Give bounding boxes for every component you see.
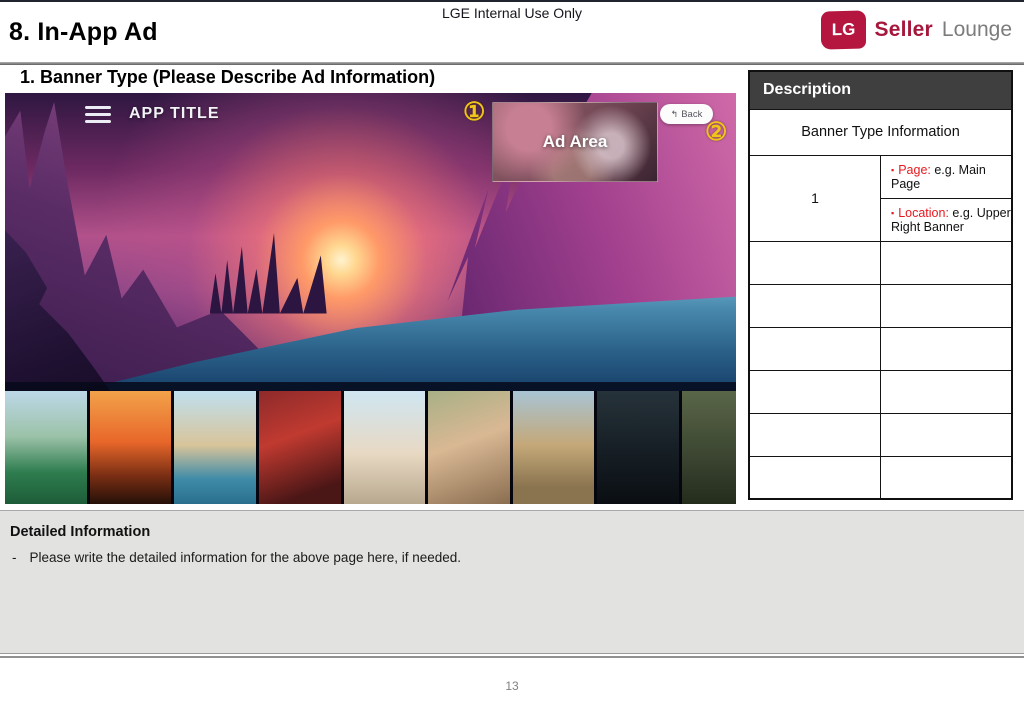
empty-number-cell: [748, 455, 881, 500]
seller-lounge-logo: LG Seller Lounge: [820, 10, 1012, 50]
thumbnail-desert-ruins[interactable]: [512, 391, 595, 504]
empty-detail-cell: [880, 412, 1013, 457]
thumbnail-couple-beach[interactable]: [343, 391, 426, 504]
thumbnail-motocross-rider[interactable]: [258, 391, 341, 504]
ad-area-label: Ad Area: [542, 132, 608, 151]
brand-name-lounge: Lounge: [941, 18, 1012, 41]
bullet-icon: ▪: [891, 207, 895, 218]
empty-number-cell: [748, 412, 881, 457]
empty-number-cell: [748, 283, 881, 328]
description-table: Description Banner Type Information 1 ▪ P…: [748, 70, 1013, 500]
app-screenshot: APP TITLE ① Ad Area ↰ Back ②: [5, 93, 736, 504]
thumbnail-horse-rider[interactable]: [682, 391, 736, 504]
empty-detail-cell: [880, 240, 1013, 285]
empty-number-cell: [748, 240, 881, 285]
back-button-label: Back: [681, 108, 703, 120]
brand-name-seller: Seller: [874, 18, 933, 41]
menu-icon[interactable]: [85, 105, 111, 123]
empty-table-row: [748, 412, 1013, 457]
empty-detail-cell: [880, 369, 1013, 414]
detailed-information-panel: Detailed Information - Please write the …: [0, 510, 1024, 654]
app-title: APP TITLE: [129, 105, 220, 122]
thumbnail-soccer-player[interactable]: [5, 391, 87, 504]
location-detail-cell: ▪ Location: e.g. Upper Right Banner: [880, 197, 1013, 242]
thumbnail-row: [5, 391, 736, 504]
section-heading: 1. Banner Type (Please Describe Ad Infor…: [20, 67, 436, 87]
empty-detail-cell: [880, 283, 1013, 328]
empty-detail-cell: [880, 455, 1013, 500]
empty-table-row: [748, 455, 1013, 500]
header-divider: [0, 62, 1024, 65]
empty-table-row: [748, 326, 1013, 371]
bullet-icon: ▪: [891, 164, 895, 175]
annotation-marker-1: ①: [463, 98, 486, 126]
footer-divider: [0, 656, 1024, 658]
lg-logo-icon: LG: [820, 10, 866, 50]
page-number: 13: [505, 679, 519, 693]
empty-table-row: [748, 369, 1013, 414]
back-arrow-icon: ↰: [670, 108, 679, 119]
thumbnail-detective-man[interactable]: [597, 391, 679, 504]
thumbnail-woman-headphones[interactable]: [428, 391, 510, 504]
ad-area-banner[interactable]: Ad Area: [492, 102, 658, 182]
thumbnail-dinosaurs-sunset[interactable]: [89, 391, 172, 504]
page-label: Page:: [898, 162, 931, 177]
app-top-bar: APP TITLE: [85, 105, 220, 123]
location-label: Location:: [898, 205, 949, 220]
empty-number-cell: [748, 326, 881, 371]
table-header: Description: [748, 70, 1013, 110]
table-subheader: Banner Type Information: [748, 108, 1013, 156]
empty-number-cell: [748, 369, 881, 414]
empty-table-row: [748, 240, 1013, 285]
annotation-marker-2: ②: [705, 118, 728, 146]
dash: -: [12, 550, 17, 565]
slide-page: LGE Internal Use Only 8. In-App Ad LG Se…: [0, 0, 1024, 708]
page-detail-cell: ▪ Page: e.g. Main Page: [880, 154, 1013, 199]
detailed-information-text: Please write the detailed information fo…: [29, 550, 462, 565]
empty-detail-cell: [880, 326, 1013, 371]
lg-logo-text: LG: [831, 19, 855, 40]
page-title: 8. In-App Ad: [9, 18, 158, 46]
detailed-information-body: - Please write the detailed information …: [12, 550, 1024, 565]
row-number-cell: 1: [748, 154, 881, 242]
thumbnail-venice-canal[interactable]: [174, 391, 256, 504]
detailed-information-heading: Detailed Information: [10, 524, 151, 540]
empty-table-row: [748, 283, 1013, 328]
trees-graphic: [209, 233, 356, 314]
